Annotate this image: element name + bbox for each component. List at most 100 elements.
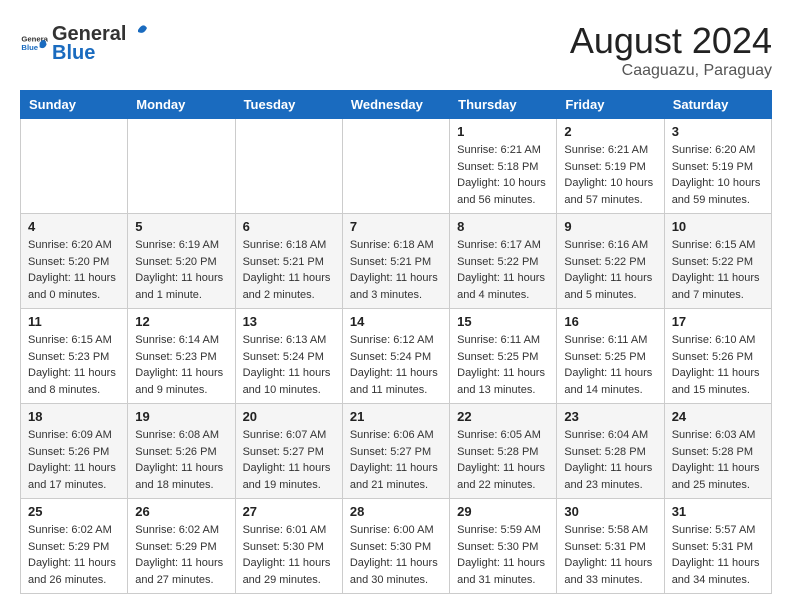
- day-info: Sunrise: 6:13 AMSunset: 5:24 PMDaylight:…: [243, 332, 335, 398]
- day-number: 19: [135, 409, 227, 424]
- calendar-table: SundayMondayTuesdayWednesdayThursdayFrid…: [20, 90, 772, 594]
- weekday-header-friday: Friday: [557, 91, 664, 119]
- day-cell: 8 Sunrise: 6:17 AMSunset: 5:22 PMDaylight…: [450, 214, 557, 309]
- day-info: Sunrise: 6:06 AMSunset: 5:27 PMDaylight:…: [350, 427, 442, 493]
- weekday-header-wednesday: Wednesday: [342, 91, 449, 119]
- day-info: Sunrise: 6:15 AMSunset: 5:23 PMDaylight:…: [28, 332, 120, 398]
- day-cell: 18 Sunrise: 6:09 AMSunset: 5:26 PMDayligh…: [21, 404, 128, 499]
- day-cell: 1 Sunrise: 6:21 AMSunset: 5:18 PMDaylight…: [450, 119, 557, 214]
- day-info: Sunrise: 6:17 AMSunset: 5:22 PMDaylight:…: [457, 237, 549, 303]
- day-cell: 30 Sunrise: 5:58 AMSunset: 5:31 PMDayligh…: [557, 499, 664, 594]
- day-cell: 21 Sunrise: 6:06 AMSunset: 5:27 PMDayligh…: [342, 404, 449, 499]
- day-info: Sunrise: 6:18 AMSunset: 5:21 PMDaylight:…: [243, 237, 335, 303]
- day-number: 27: [243, 504, 335, 519]
- weekday-header-row: SundayMondayTuesdayWednesdayThursdayFrid…: [21, 91, 772, 119]
- day-cell: 10 Sunrise: 6:15 AMSunset: 5:22 PMDayligh…: [664, 214, 771, 309]
- day-cell: 24 Sunrise: 6:03 AMSunset: 5:28 PMDayligh…: [664, 404, 771, 499]
- day-info: Sunrise: 6:11 AMSunset: 5:25 PMDaylight:…: [564, 332, 656, 398]
- week-row-1: 1 Sunrise: 6:21 AMSunset: 5:18 PMDaylight…: [21, 119, 772, 214]
- day-number: 28: [350, 504, 442, 519]
- weekday-header-thursday: Thursday: [450, 91, 557, 119]
- day-number: 25: [28, 504, 120, 519]
- day-info: Sunrise: 6:18 AMSunset: 5:21 PMDaylight:…: [350, 237, 442, 303]
- day-info: Sunrise: 6:02 AMSunset: 5:29 PMDaylight:…: [28, 522, 120, 588]
- day-info: Sunrise: 5:58 AMSunset: 5:31 PMDaylight:…: [564, 522, 656, 588]
- day-number: 12: [135, 314, 227, 329]
- day-cell: 31Sunrise: 5:57 AMSunset: 5:31 PMDayligh…: [664, 499, 771, 594]
- day-cell: 6 Sunrise: 6:18 AMSunset: 5:21 PMDaylight…: [235, 214, 342, 309]
- day-number: 20: [243, 409, 335, 424]
- svg-text:Blue: Blue: [21, 43, 38, 52]
- day-cell: 29Sunrise: 5:59 AMSunset: 5:30 PMDayligh…: [450, 499, 557, 594]
- day-cell: 26 Sunrise: 6:02 AMSunset: 5:29 PMDayligh…: [128, 499, 235, 594]
- day-number: 17: [672, 314, 764, 329]
- day-number: 24: [672, 409, 764, 424]
- weekday-header-saturday: Saturday: [664, 91, 771, 119]
- day-info: Sunrise: 6:00 AMSunset: 5:30 PMDaylight:…: [350, 522, 442, 588]
- day-number: 8: [457, 219, 549, 234]
- logo: General Blue General Blue: [20, 20, 148, 65]
- day-info: Sunrise: 6:14 AMSunset: 5:23 PMDaylight:…: [135, 332, 227, 398]
- day-number: 18: [28, 409, 120, 424]
- day-number: 5: [135, 219, 227, 234]
- day-info: Sunrise: 6:12 AMSunset: 5:24 PMDaylight:…: [350, 332, 442, 398]
- day-info: Sunrise: 6:21 AMSunset: 5:18 PMDaylight:…: [457, 142, 549, 208]
- day-number: 2: [564, 124, 656, 139]
- day-cell: [342, 119, 449, 214]
- day-info: Sunrise: 5:59 AMSunset: 5:30 PMDaylight:…: [457, 522, 549, 588]
- day-info: Sunrise: 5:57 AMSunset: 5:31 PMDaylight:…: [672, 522, 764, 588]
- day-info: Sunrise: 6:02 AMSunset: 5:29 PMDaylight:…: [135, 522, 227, 588]
- day-cell: 11Sunrise: 6:15 AMSunset: 5:23 PMDayligh…: [21, 309, 128, 404]
- day-number: 16: [564, 314, 656, 329]
- day-cell: 27 Sunrise: 6:01 AMSunset: 5:30 PMDayligh…: [235, 499, 342, 594]
- day-number: 6: [243, 219, 335, 234]
- day-info: Sunrise: 6:07 AMSunset: 5:27 PMDaylight:…: [243, 427, 335, 493]
- week-row-5: 25 Sunrise: 6:02 AMSunset: 5:29 PMDayligh…: [21, 499, 772, 594]
- weekday-header-monday: Monday: [128, 91, 235, 119]
- day-info: Sunrise: 6:16 AMSunset: 5:22 PMDaylight:…: [564, 237, 656, 303]
- day-info: Sunrise: 6:05 AMSunset: 5:28 PMDaylight:…: [457, 427, 549, 493]
- day-number: 9: [564, 219, 656, 234]
- weekday-header-sunday: Sunday: [21, 91, 128, 119]
- day-info: Sunrise: 6:10 AMSunset: 5:26 PMDaylight:…: [672, 332, 764, 398]
- day-info: Sunrise: 6:03 AMSunset: 5:28 PMDaylight:…: [672, 427, 764, 493]
- day-info: Sunrise: 6:15 AMSunset: 5:22 PMDaylight:…: [672, 237, 764, 303]
- day-number: 13: [243, 314, 335, 329]
- day-number: 10: [672, 219, 764, 234]
- day-info: Sunrise: 6:01 AMSunset: 5:30 PMDaylight:…: [243, 522, 335, 588]
- title-area: August 2024 Caaguazu, Paraguay: [570, 20, 772, 80]
- day-info: Sunrise: 6:11 AMSunset: 5:25 PMDaylight:…: [457, 332, 549, 398]
- day-cell: 2Sunrise: 6:21 AMSunset: 5:19 PMDaylight…: [557, 119, 664, 214]
- week-row-2: 4Sunrise: 6:20 AMSunset: 5:20 PMDaylight…: [21, 214, 772, 309]
- day-cell: 4Sunrise: 6:20 AMSunset: 5:20 PMDaylight…: [21, 214, 128, 309]
- day-cell: 16 Sunrise: 6:11 AMSunset: 5:25 PMDayligh…: [557, 309, 664, 404]
- day-cell: 15Sunrise: 6:11 AMSunset: 5:25 PMDayligh…: [450, 309, 557, 404]
- month-year-title: August 2024: [570, 20, 772, 62]
- day-info: Sunrise: 6:20 AMSunset: 5:19 PMDaylight:…: [672, 142, 764, 208]
- week-row-4: 18 Sunrise: 6:09 AMSunset: 5:26 PMDayligh…: [21, 404, 772, 499]
- day-number: 26: [135, 504, 227, 519]
- day-number: 7: [350, 219, 442, 234]
- weekday-header-tuesday: Tuesday: [235, 91, 342, 119]
- week-row-3: 11Sunrise: 6:15 AMSunset: 5:23 PMDayligh…: [21, 309, 772, 404]
- day-cell: 22 Sunrise: 6:05 AMSunset: 5:28 PMDayligh…: [450, 404, 557, 499]
- day-info: Sunrise: 6:08 AMSunset: 5:26 PMDaylight:…: [135, 427, 227, 493]
- day-number: 30: [564, 504, 656, 519]
- day-number: 21: [350, 409, 442, 424]
- day-cell: 5 Sunrise: 6:19 AMSunset: 5:20 PMDaylight…: [128, 214, 235, 309]
- day-cell: 23Sunrise: 6:04 AMSunset: 5:28 PMDayligh…: [557, 404, 664, 499]
- day-info: Sunrise: 6:19 AMSunset: 5:20 PMDaylight:…: [135, 237, 227, 303]
- day-number: 14: [350, 314, 442, 329]
- logo-wing-icon: [128, 20, 148, 40]
- page-header: General Blue General Blue August 2024 Ca…: [20, 20, 772, 80]
- day-cell: 25 Sunrise: 6:02 AMSunset: 5:29 PMDayligh…: [21, 499, 128, 594]
- day-number: 3: [672, 124, 764, 139]
- day-info: Sunrise: 6:04 AMSunset: 5:28 PMDaylight:…: [564, 427, 656, 493]
- location-subtitle: Caaguazu, Paraguay: [570, 62, 772, 80]
- day-cell: 13 Sunrise: 6:13 AMSunset: 5:24 PMDayligh…: [235, 309, 342, 404]
- day-info: Sunrise: 6:09 AMSunset: 5:26 PMDaylight:…: [28, 427, 120, 493]
- day-number: 22: [457, 409, 549, 424]
- day-number: 1: [457, 124, 549, 139]
- day-cell: [235, 119, 342, 214]
- day-cell: 28 Sunrise: 6:00 AMSunset: 5:30 PMDayligh…: [342, 499, 449, 594]
